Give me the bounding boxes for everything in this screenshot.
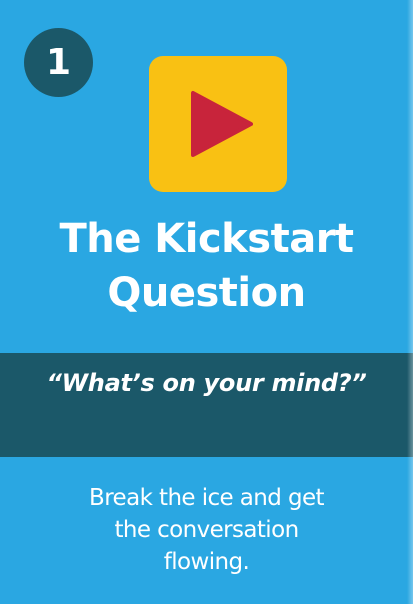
card-quote: “What’s on your mind?” [46,369,367,397]
card-description: Break the ice and get the conversation f… [30,482,383,578]
step-number: 1 [45,41,72,83]
step-number-badge: 1 [24,28,93,97]
card-title-line-2: Question [107,270,306,316]
kickstart-question-card: 1 The Kickstart Question “What’s on your… [0,0,413,604]
play-tile [149,56,287,192]
card-title-line-1: The Kickstart [59,216,354,262]
quote-band: “What’s on your mind?” [0,353,413,457]
description-line-2: the conversation [114,517,299,543]
play-icon [191,91,253,157]
description-line-1: Break the ice and get [89,485,325,511]
play-triangle [191,91,253,157]
description-line-3: flowing. [163,549,250,575]
card-title: The Kickstart Question [0,212,413,320]
